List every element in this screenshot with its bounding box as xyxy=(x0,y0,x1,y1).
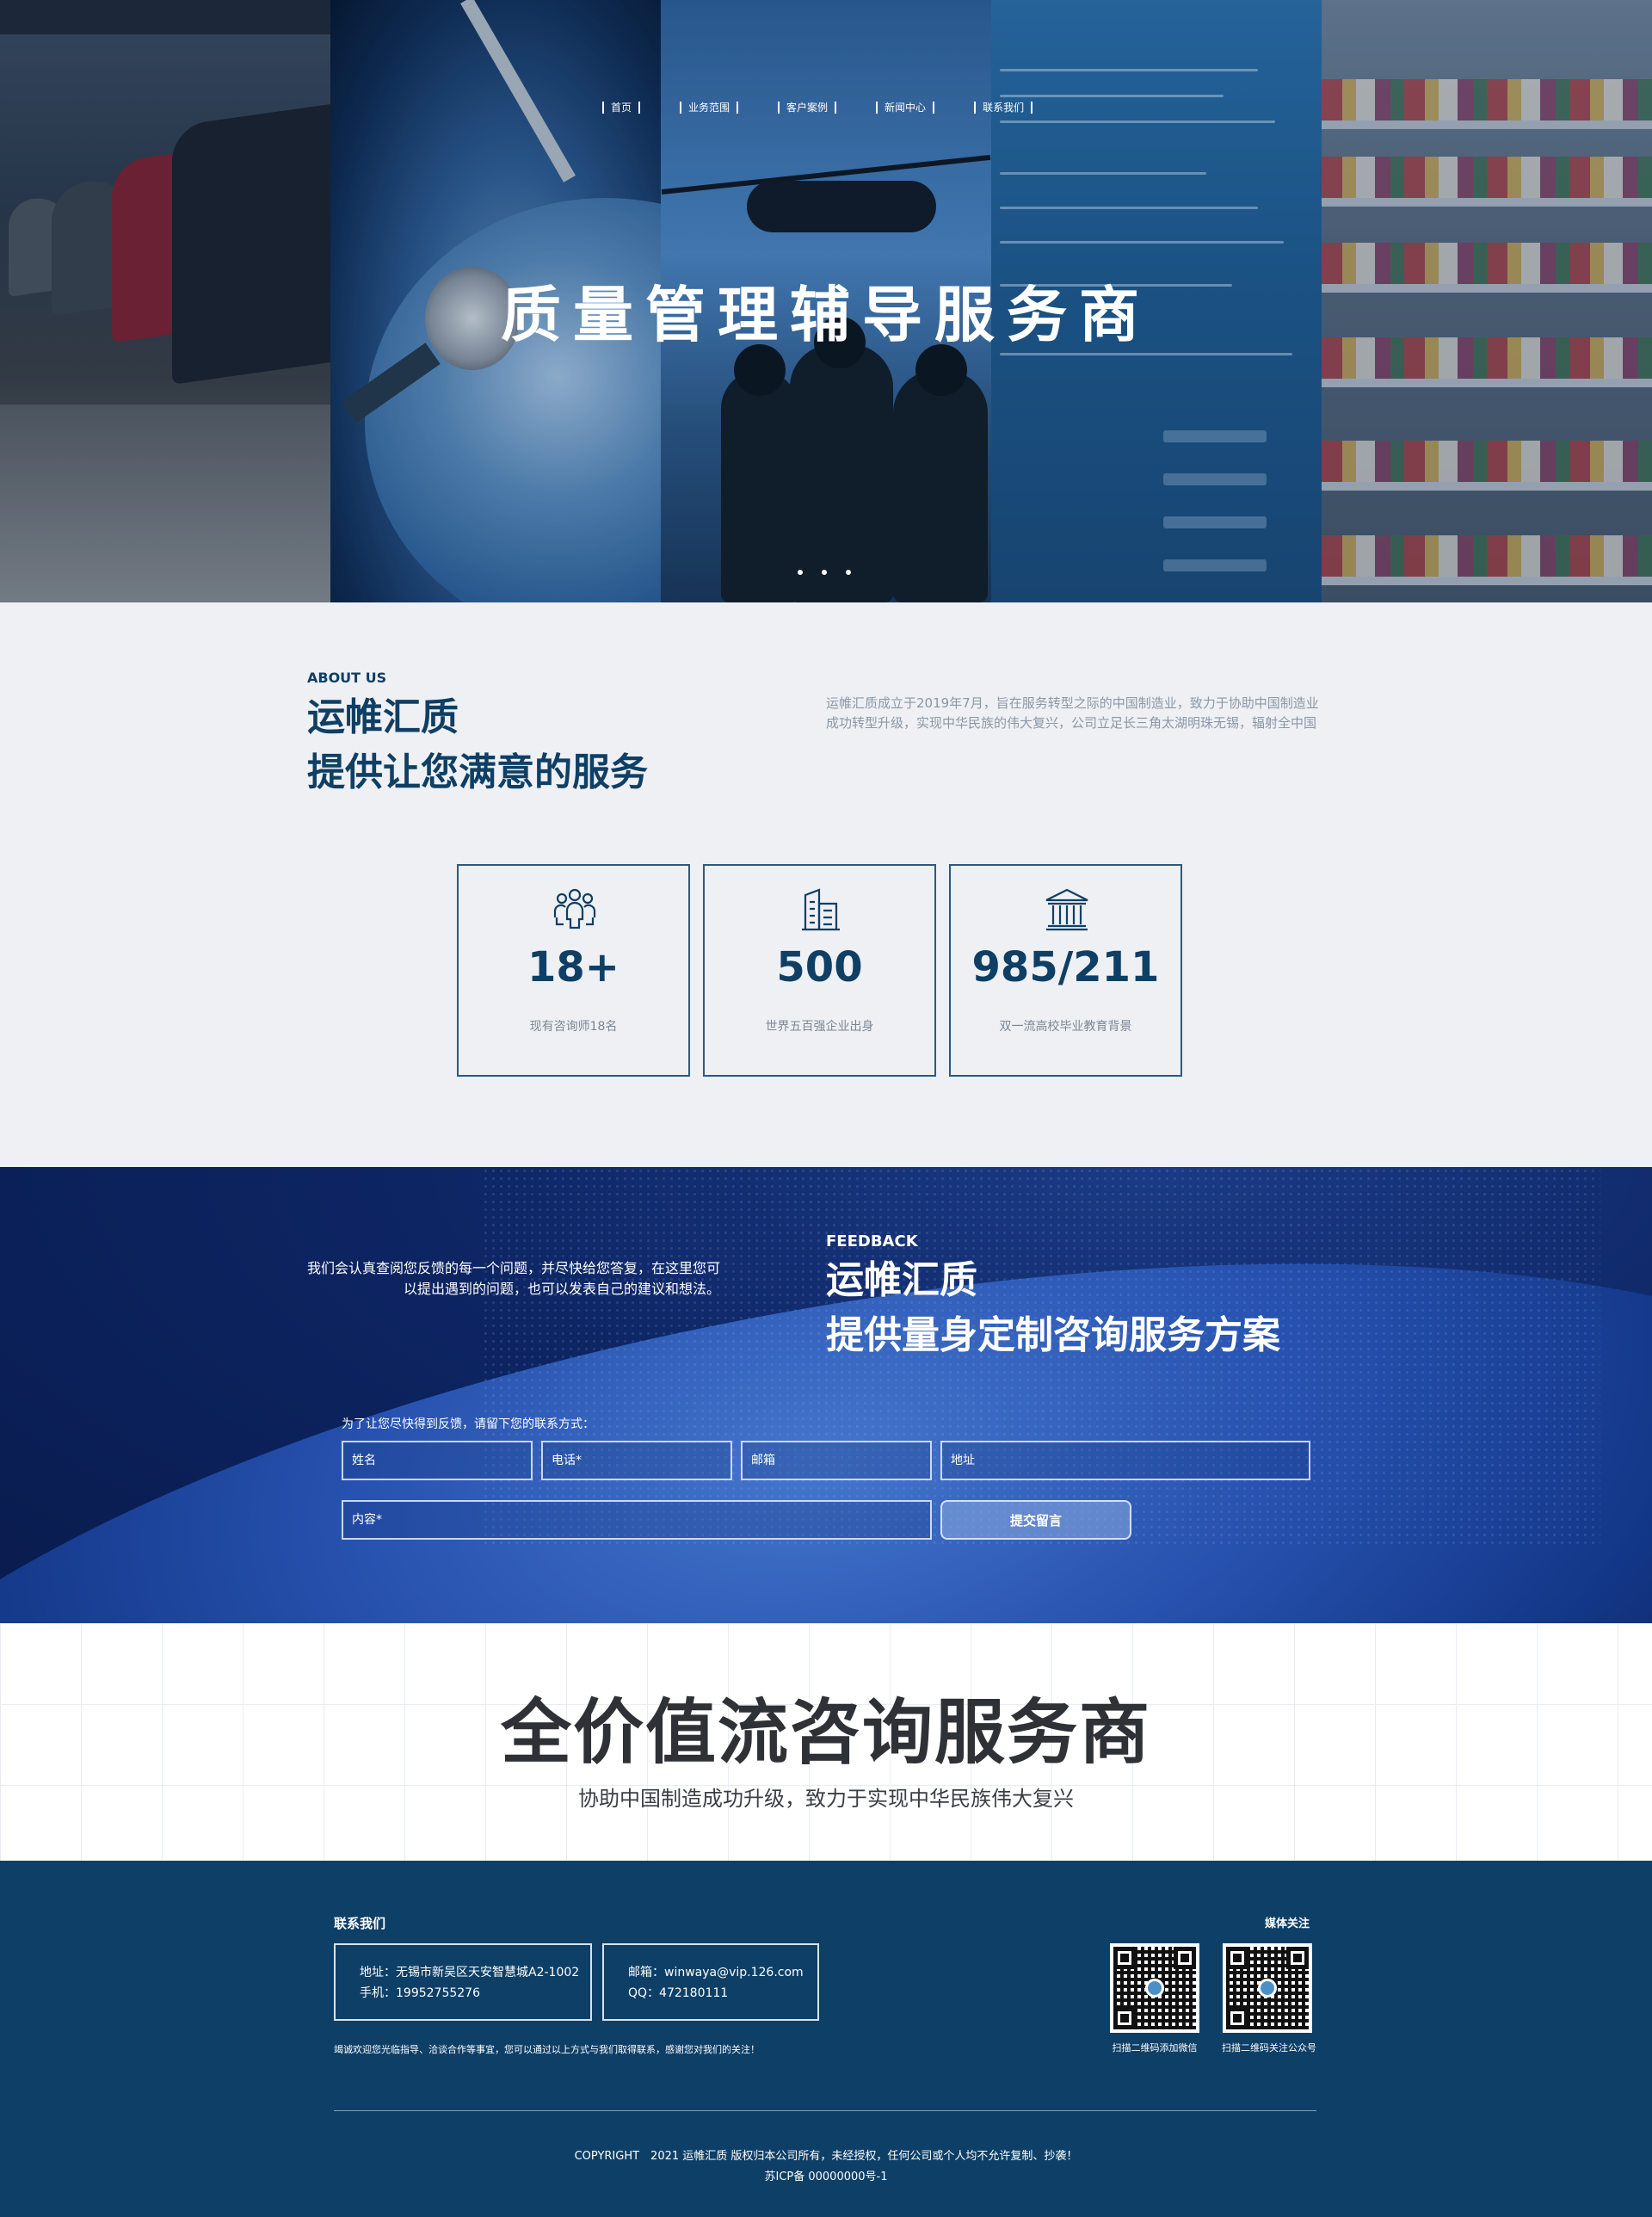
buildings-icon xyxy=(802,888,840,931)
slogan-title: 全价值流咨询服务商 xyxy=(500,1692,1151,1774)
stat-card-fortune500: 500 世界五百强企业出身 xyxy=(703,864,936,1077)
stat-value: 500 xyxy=(776,943,863,991)
feedback-intro-line2: 以提出遇到的问题，也可以发表自己的建议和想法。 xyxy=(403,1281,720,1297)
feedback-title: 运帷汇质 提供量身定制咨询服务方案 xyxy=(826,1253,1280,1363)
people-icon xyxy=(553,888,596,929)
nav-business-scope[interactable]: 业务范围 xyxy=(680,102,739,114)
main-nav: 首页 业务范围 客户案例 新闻中心 联系我们 xyxy=(602,102,1072,114)
icp-record[interactable]: 苏ICP备 00000000号-1 xyxy=(0,2167,1652,2183)
stat-card-consultants: 18+ 现有咨询师18名 xyxy=(457,864,690,1077)
footer-phone: 手机：19952755276 xyxy=(360,1986,480,2000)
address-input[interactable] xyxy=(940,1441,1310,1480)
contact-heading: 联系我们 xyxy=(334,1916,386,1931)
slogan-subtitle: 协助中国制造成功升级，致力于实现中华民族伟大复兴 xyxy=(578,1787,1074,1811)
footer-email[interactable]: 邮箱：winwaya@vip.126.com xyxy=(628,1962,817,1983)
footer-address: 地址：无锡市新吴区天安智慧城A2-1002 xyxy=(360,1966,580,1979)
footer-divider xyxy=(334,2110,1316,2111)
footer-note: 竭诚欢迎您光临指导、洽谈合作等事宜，您可以通过以上方式与我们取得联系，感谢您对我… xyxy=(334,2044,760,2055)
feedback-intro: 我们会认真查阅您反馈的每一个问题，并尽快给您答复，在这里您可 以提出遇到的问题，… xyxy=(307,1258,720,1300)
email-box: 邮箱：winwaya@vip.126.com QQ：472180111 xyxy=(602,1943,819,2021)
hero-banner: 首页 业务范围 客户案例 新闻中心 联系我们 质量管理辅导服务商 xyxy=(0,0,1652,602)
footer-qq: QQ：472180111 xyxy=(628,1986,729,2000)
carousel-dot-2[interactable] xyxy=(822,570,827,575)
official-account-qr-code xyxy=(1223,1943,1312,2033)
carousel-dot-3[interactable] xyxy=(846,570,851,575)
slogan-section: 全价值流咨询服务商 协助中国制造成功升级，致力于实现中华民族伟大复兴 xyxy=(0,1623,1652,1861)
feedback-title-line1: 运帷汇质 xyxy=(826,1258,977,1302)
site-footer: 联系我们 媒体关注 地址：无锡市新吴区天安智慧城A2-1002 手机：19952… xyxy=(0,1861,1652,2217)
official-account-qr-label: 扫描二维码关注公众号 xyxy=(1222,2042,1316,2053)
carousel-dots xyxy=(798,570,851,575)
about-title: 运帷汇质 提供让您满意的服务 xyxy=(307,690,648,800)
phone-input[interactable] xyxy=(541,1441,732,1480)
nav-client-cases[interactable]: 客户案例 xyxy=(778,102,837,114)
stat-label: 世界五百强企业出身 xyxy=(765,1020,874,1034)
carousel-dot-1[interactable] xyxy=(798,570,803,575)
university-icon xyxy=(1045,888,1088,931)
copyright-text: COPYRIGHT 2021 运帷汇质 版权归本公司所有，未经授权，任何公司或个… xyxy=(574,2150,1078,2163)
wechat-qr-label: 扫描二维码添加微信 xyxy=(1112,2042,1198,2053)
feedback-eyebrow: FEEDBACK xyxy=(826,1232,918,1251)
address-box: 地址：无锡市新吴区天安智慧城A2-1002 手机：19952755276 xyxy=(334,1943,592,2021)
feedback-title-line2: 提供量身定制咨询服务方案 xyxy=(826,1313,1280,1357)
submit-message-button[interactable]: 提交留言 xyxy=(940,1500,1131,1540)
content-input[interactable] xyxy=(342,1500,932,1540)
stats-row: 18+ 现有咨询师18名 500 世界五百强企业出身 985/211 双一流高校… xyxy=(457,864,1182,1077)
stat-value: 985/211 xyxy=(971,943,1160,991)
about-title-line1: 运帷汇质 xyxy=(307,695,459,739)
about-section: ABOUT US 运帷汇质 提供让您满意的服务 运帷汇质成立于2019年7月，旨… xyxy=(0,602,1652,1167)
nav-contact-us[interactable]: 联系我们 xyxy=(974,102,1033,114)
name-input[interactable] xyxy=(342,1441,533,1480)
nav-home[interactable]: 首页 xyxy=(602,102,641,114)
wechat-qr-code xyxy=(1110,1943,1199,2033)
stat-label: 现有咨询师18名 xyxy=(529,1020,618,1034)
about-title-line2: 提供让您满意的服务 xyxy=(307,750,648,794)
about-description: 运帷汇质成立于2019年7月，旨在服务转型之际的中国制造业，致力于协助中国制造业… xyxy=(826,695,1319,731)
hero-title: 质量管理辅导服务商 xyxy=(501,280,1151,350)
feedback-intro-line1: 我们会认真查阅您反馈的每一个问题，并尽快给您答复，在这里您可 xyxy=(307,1260,721,1276)
stat-value: 18+ xyxy=(527,943,620,991)
form-hint: 为了让您尽快得到反馈，请留下您的联系方式： xyxy=(342,1417,595,1431)
nav-news-center[interactable]: 新闻中心 xyxy=(876,102,935,114)
about-eyebrow: ABOUT US xyxy=(307,670,387,686)
stat-card-education: 985/211 双一流高校毕业教育背景 xyxy=(949,864,1182,1077)
stat-label: 双一流高校毕业教育背景 xyxy=(999,1020,1132,1034)
email-input[interactable] xyxy=(741,1441,932,1480)
media-heading: 媒体关注 xyxy=(1265,1917,1310,1930)
feedback-section: 我们会认真查阅您反馈的每一个问题，并尽快给您答复，在这里您可 以提出遇到的问题，… xyxy=(0,1167,1652,1623)
